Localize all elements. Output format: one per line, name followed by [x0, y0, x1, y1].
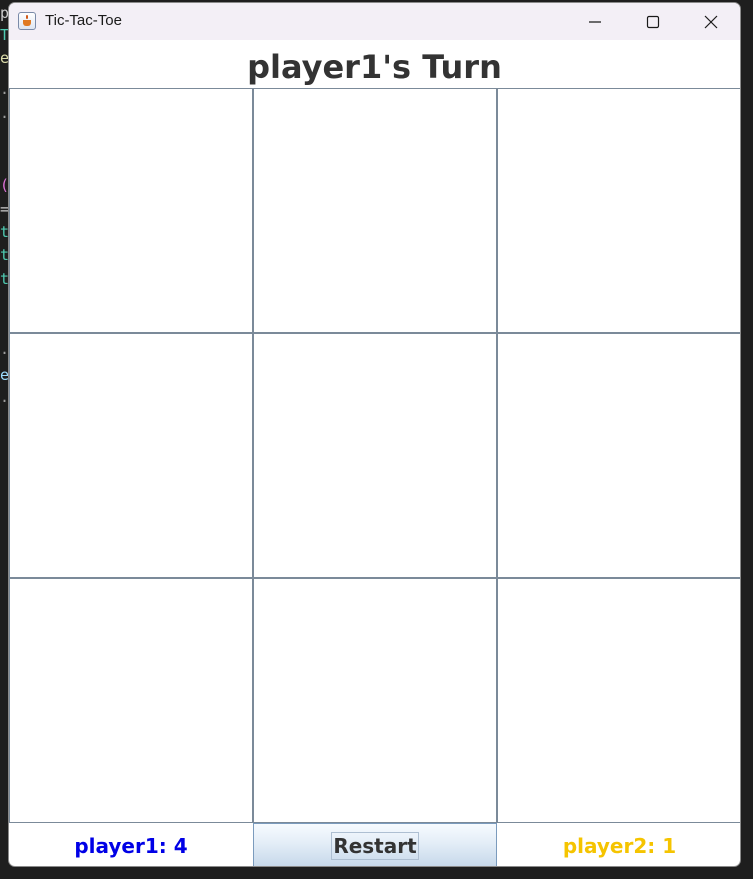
minimize-icon [589, 21, 601, 23]
title-bar[interactable]: Tic-Tac-Toe [9, 3, 740, 40]
game-window: Tic-Tac-Toe player1's Turn player1: 4 Re… [8, 2, 741, 867]
restart-button-label: Restart [331, 831, 419, 860]
turn-status-heading: player1's Turn [247, 48, 502, 86]
board-cell-4[interactable] [9, 333, 253, 578]
player1-score: player1: 4 [74, 833, 188, 858]
java-cup-icon [18, 12, 36, 30]
maximize-button[interactable] [624, 3, 682, 40]
board-cell-7[interactable] [9, 578, 253, 823]
game-board [9, 88, 740, 823]
board-cell-3[interactable] [497, 88, 740, 333]
score-footer: player1: 4 Restart player2: 1 [9, 823, 740, 866]
window-title: Tic-Tac-Toe [45, 12, 122, 29]
close-button[interactable] [682, 3, 740, 40]
board-cell-1[interactable] [9, 88, 253, 333]
board-cell-6[interactable] [497, 333, 740, 578]
player2-score: player2: 1 [562, 833, 677, 858]
board-cell-5[interactable] [253, 333, 497, 578]
board-cell-9[interactable] [497, 578, 740, 823]
maximize-icon [646, 15, 660, 29]
restart-button[interactable]: Restart [253, 823, 497, 866]
close-icon [704, 15, 718, 29]
board-cell-8[interactable] [253, 578, 497, 823]
minimize-button[interactable] [566, 3, 624, 40]
board-cell-2[interactable] [253, 88, 497, 333]
